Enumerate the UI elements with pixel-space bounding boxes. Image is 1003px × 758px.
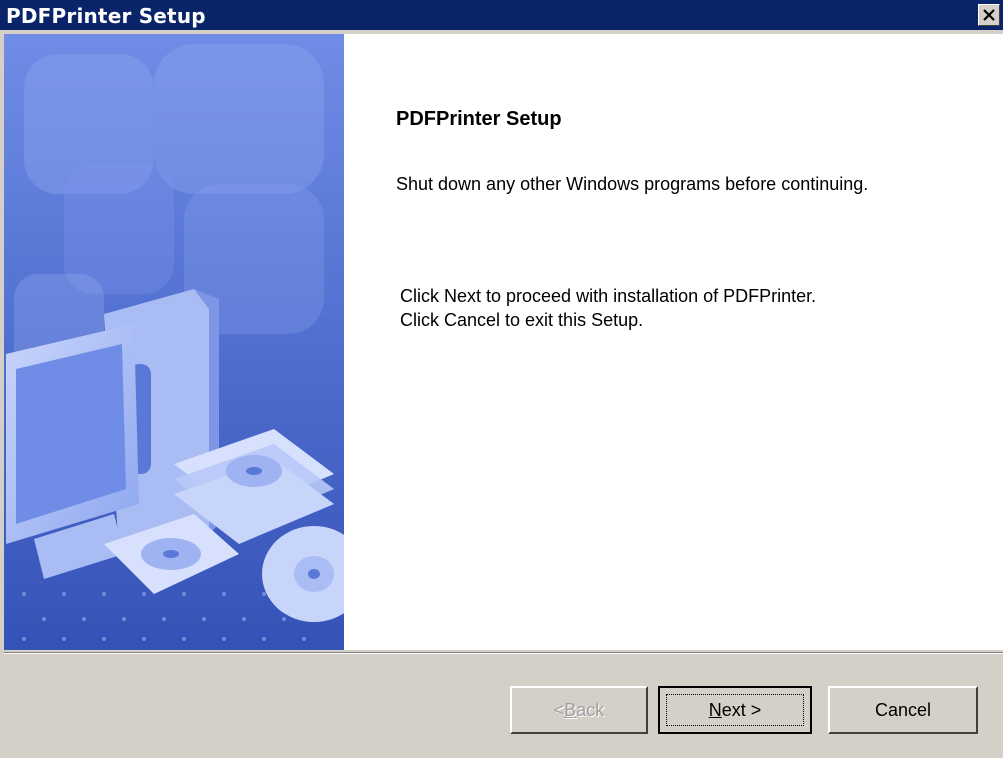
next-instruction-text: Click Next to proceed with installation …	[400, 286, 817, 306]
window-title: PDFPrinter Setup	[6, 4, 206, 28]
focus-rectangle	[666, 694, 804, 726]
close-icon	[983, 9, 995, 21]
setup-dialog: PDFPrinter Setup PDFPrinter Setup Shut d…	[0, 0, 1003, 758]
next-button[interactable]: Next >	[658, 686, 812, 734]
cancel-instruction-text: Click Cancel to exit this Setup.	[400, 310, 644, 330]
back-mnemonic: B	[564, 699, 577, 720]
cancel-button[interactable]: Cancel	[828, 686, 978, 734]
title-bar[interactable]: PDFPrinter Setup	[0, 0, 1003, 30]
back-label-rest: ack	[576, 699, 605, 720]
page-title: PDFPrinter Setup	[396, 108, 562, 130]
cancel-label: Cancel	[874, 699, 932, 720]
setup-illustration	[4, 34, 344, 650]
instruction-text: Shut down any other Windows programs bef…	[396, 174, 869, 194]
close-button[interactable]	[978, 4, 1000, 26]
content-panel: PDFPrinter Setup Shut down any other Win…	[344, 34, 1003, 650]
footer-separator	[4, 652, 1003, 654]
back-prefix: <	[553, 699, 565, 720]
back-button[interactable]: < Back	[510, 686, 648, 734]
